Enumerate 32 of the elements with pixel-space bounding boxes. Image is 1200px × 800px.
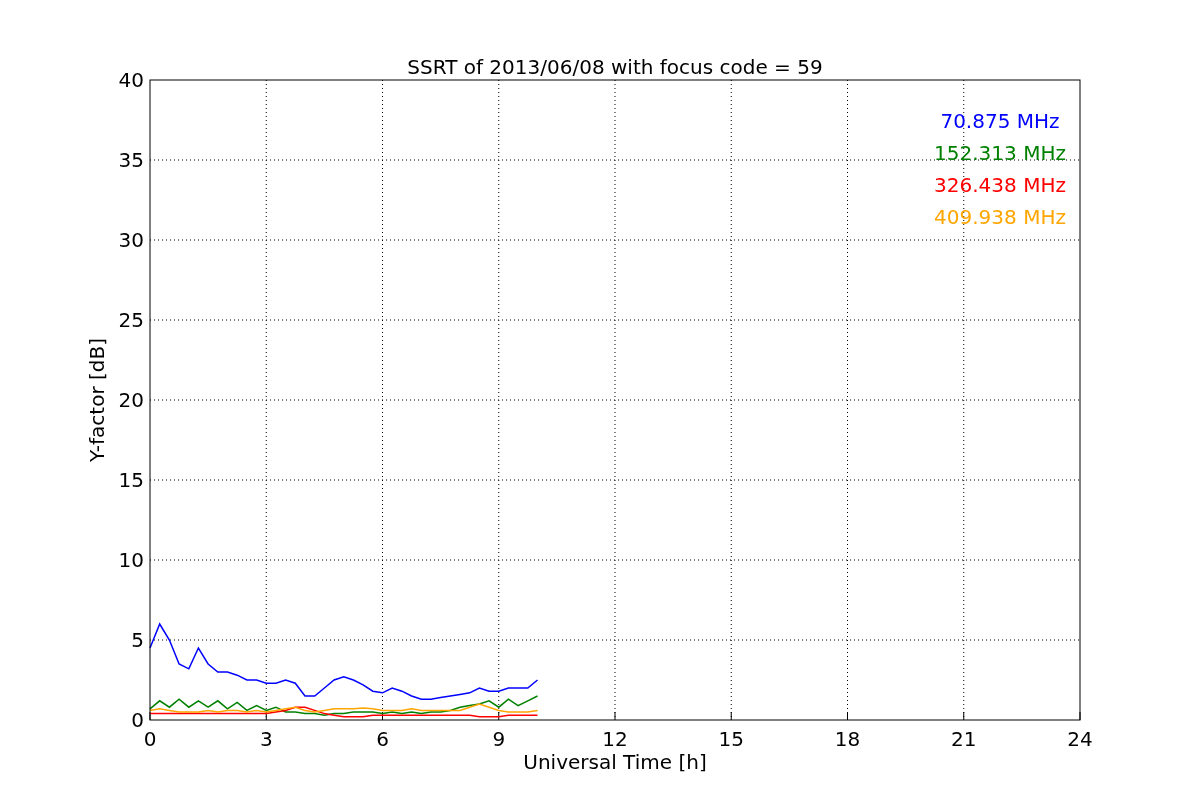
y-tick-label: 5 (131, 628, 144, 652)
legend-label: 152.313 MHz (934, 141, 1066, 165)
tick-mark (498, 711, 500, 721)
tick-mark (265, 711, 267, 721)
x-tick-label: 0 (143, 727, 157, 751)
y-tick-label: 40 (118, 68, 144, 92)
y-tick-label: 10 (118, 548, 144, 572)
legend-label: 326.438 MHz (934, 173, 1066, 197)
x-tick-label: 21 (951, 727, 977, 751)
x-tick-label: 6 (376, 727, 389, 751)
x-tick-label: 3 (259, 727, 273, 751)
tick-mark (730, 711, 732, 721)
tick-mark (614, 711, 616, 721)
x-tick-label: 12 (602, 727, 628, 751)
tick-mark (847, 711, 848, 721)
y-tick-label: 15 (118, 468, 144, 492)
legend-label: 409.938 MHz (934, 205, 1066, 229)
tick-mark (963, 711, 965, 721)
x-tick-label: 9 (492, 727, 506, 751)
chart-title: SSRT of 2013/06/08 with focus code = 59 (407, 55, 823, 79)
tick-mark (382, 711, 383, 721)
x-tick-label: 24 (1067, 727, 1093, 751)
x-axis-label: Universal Time [h] (523, 750, 707, 774)
y-tick-label: 30 (118, 228, 144, 252)
x-tick-label: 15 (718, 727, 744, 751)
y-axis-label: Y-factor [dB] (85, 338, 109, 462)
y-tick-label: 0 (131, 708, 144, 732)
legend-label: 70.875 MHz (940, 109, 1060, 133)
y-tick-label: 35 (118, 148, 144, 172)
y-tick-label: 25 (118, 308, 144, 332)
y-tick-label: 20 (118, 388, 144, 412)
x-tick-label: 18 (834, 727, 861, 751)
